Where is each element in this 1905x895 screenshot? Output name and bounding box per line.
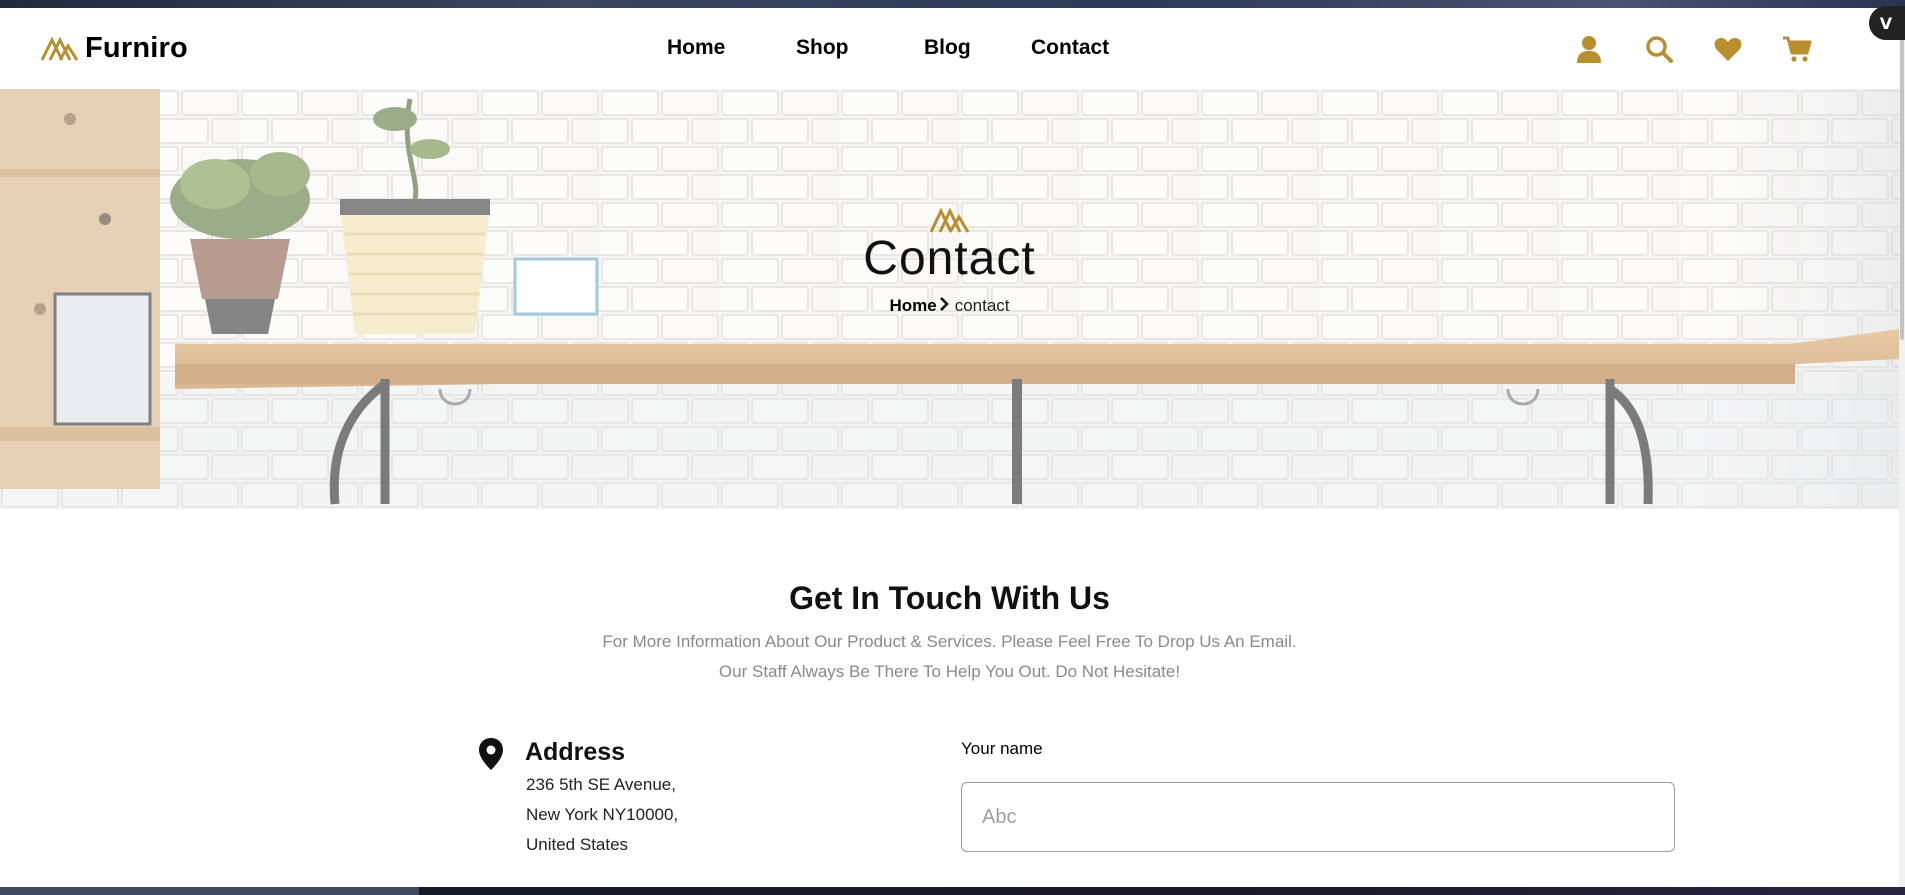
address-line-3: United States [526,835,629,854]
page: Furniro Home Shop Blog Contact Contact H… [0,8,1899,887]
nav-contact[interactable]: Contact [1031,36,1109,60]
address-line-1: 236 5th SE Avenue, [526,775,676,794]
breadcrumb-home[interactable]: Home [889,296,936,315]
breadcrumb-current: contact [954,296,1010,315]
contact-section-title: Get In Touch With Us [789,580,1110,616]
hero-banner: Contact Home contact [0,89,1899,509]
hero-logo-icon [929,207,969,233]
page-title: Contact [863,232,1036,285]
nav-home[interactable]: Home [667,36,725,60]
chevron-right-icon [939,296,949,316]
scrollbar-thumb[interactable] [1900,10,1904,340]
nav-blog[interactable]: Blog [924,36,971,60]
extension-badge[interactable]: V [1869,6,1905,40]
contact-subtitle-line-1: For More Information About Our Product &… [602,632,1297,651]
search-icon[interactable] [1644,34,1674,64]
map-pin-icon [478,737,504,775]
contact-subtitle-line-2: Our Staff Always Be There To Help You Ou… [718,662,1181,681]
name-field[interactable] [961,782,1675,852]
site-header: Furniro Home Shop Blog Contact [0,8,1899,89]
name-field-label: Your name [961,739,1043,758]
address-title: Address [525,738,626,766]
main-nav: Home Shop Blog Contact [0,36,1899,62]
breadcrumb: Home contact [0,296,1899,316]
nav-shop[interactable]: Shop [796,36,849,60]
address-line-2: New York NY10000, [526,805,679,824]
user-icon[interactable] [1574,34,1604,64]
heart-icon[interactable] [1713,34,1743,64]
taskbar-strip [0,887,1905,895]
page-scrollbar[interactable] [1899,8,1905,887]
cart-icon[interactable] [1782,34,1812,64]
browser-top-strip [0,0,1905,8]
